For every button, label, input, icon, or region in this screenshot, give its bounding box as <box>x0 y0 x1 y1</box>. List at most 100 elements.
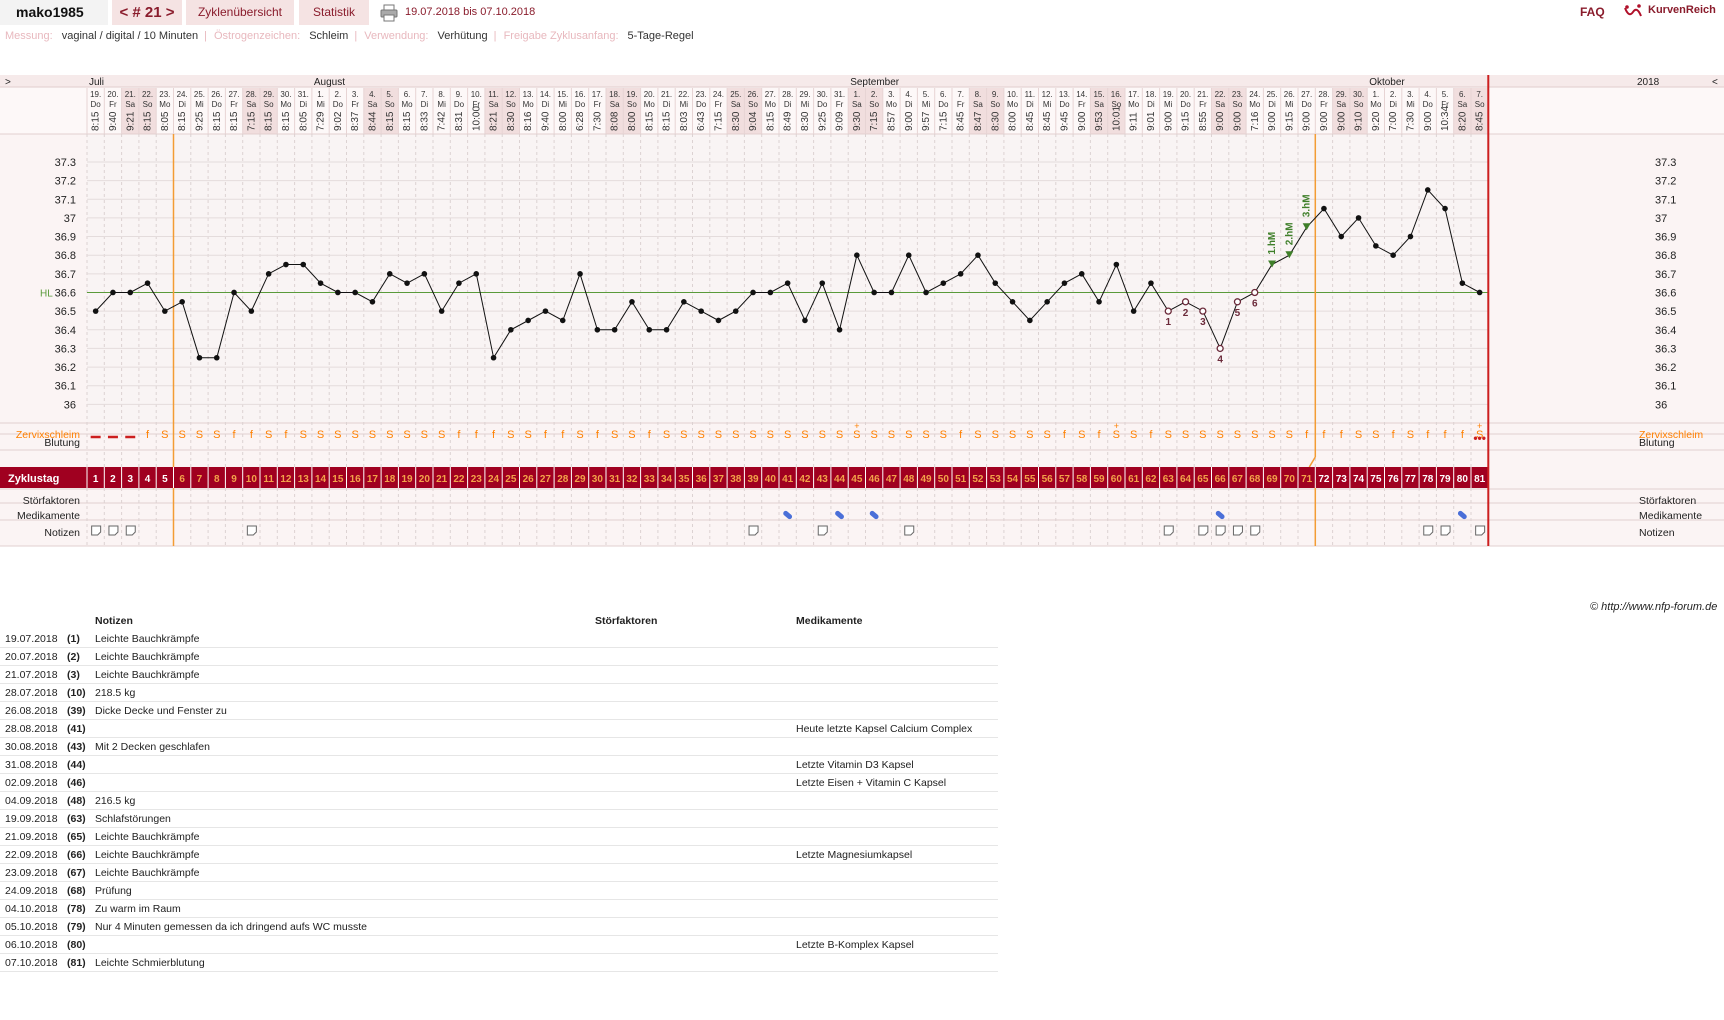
day-weekday: Sa <box>1336 100 1346 109</box>
y-tick-label: 36.4 <box>1655 325 1676 337</box>
measure-time: 9:00 <box>1077 111 1088 131</box>
cervix-symbol: S <box>1234 429 1241 441</box>
table-row: 28.07.2018 (10) 218.5 kg <box>0 683 998 702</box>
day-weekday: Do <box>212 100 223 109</box>
temperature-point <box>162 308 168 314</box>
day-weekday: Do <box>696 100 707 109</box>
cervix-symbol: S <box>663 429 670 441</box>
cervix-plus: + <box>1114 421 1119 431</box>
table-cell: Leichte Bauchkrämpfe <box>95 827 595 846</box>
day-weekday: Fr <box>230 100 238 109</box>
top-bar: mako1985 < # 21 > Zyklenübersicht Statis… <box>0 0 1724 25</box>
temperature-point <box>525 317 531 324</box>
day-date: 12. <box>505 90 516 99</box>
temperature-point <box>1338 233 1345 240</box>
faq-link[interactable]: FAQ <box>1580 0 1605 25</box>
brand-logo[interactable]: KurvenReich <box>1648 0 1716 25</box>
temperature-point <box>386 271 393 277</box>
day-date: 16. <box>1111 90 1122 99</box>
table-cell: Leichte Bauchkrämpfe <box>95 665 595 684</box>
measure-time: 8:00 <box>627 111 638 131</box>
table-cell <box>95 935 595 954</box>
cervix-symbol: S <box>403 429 410 441</box>
cervix-symbol: S <box>421 429 428 441</box>
table-row: 07.10.2018 (81) Leichte Schmierblutung <box>0 953 998 972</box>
table-row: 21.09.2018 (65) Leichte Bauchkrämpfe <box>0 827 998 846</box>
day-weekday: Mo <box>886 100 898 109</box>
measure-time: 9:09 <box>835 111 846 131</box>
cervix-symbol: S <box>317 429 324 441</box>
temperature-point <box>1009 299 1016 305</box>
day-date: 1. <box>1373 90 1380 99</box>
day-weekday: Fr <box>594 100 602 109</box>
table-cell: Letzte Magnesiumkapsel <box>796 845 998 864</box>
day-date: 9. <box>456 90 463 99</box>
day-date: 5. <box>1442 90 1449 99</box>
temperature-point <box>802 317 808 324</box>
day-weekday: Do <box>1423 100 1434 109</box>
day-date: 5. <box>386 90 393 99</box>
measure-time: 9:00 <box>1232 111 1243 131</box>
measure-time: 10:00 <box>471 106 482 131</box>
table-cell <box>796 791 998 810</box>
measure-time: 9:21 <box>125 111 136 131</box>
measure-time: 9:00 <box>1163 111 1174 131</box>
temperature-point <box>1424 187 1431 193</box>
note-icon <box>1198 525 1209 536</box>
table-cell: 26.08.2018 <box>0 701 67 720</box>
cycle-day-number: 77 <box>1405 474 1417 485</box>
table-cell: 21.09.2018 <box>0 827 67 846</box>
measure-time: 8:31 <box>454 111 465 131</box>
table-cell: 23.09.2018 <box>0 863 67 882</box>
temperature-point <box>352 289 358 296</box>
cervix-plus: + <box>854 421 859 431</box>
cycle-curve-icon[interactable] <box>1623 2 1643 22</box>
cervix-symbol: S <box>628 429 635 441</box>
day-date: 7. <box>957 90 964 99</box>
separator: | <box>493 30 497 42</box>
y-tick-label: 36.6 <box>55 287 76 299</box>
day-weekday: Mo <box>1007 100 1019 109</box>
day-weekday: Sa <box>731 100 741 109</box>
cycle-day-number: 28 <box>557 474 569 485</box>
day-weekday: So <box>1475 100 1485 109</box>
cycle-day-number: 13 <box>298 474 310 485</box>
measure-time: 8:15 <box>765 111 776 131</box>
low-temp-number: 5 <box>1235 308 1241 319</box>
day-weekday: Di <box>421 100 429 109</box>
cycle-day-number: 37 <box>713 474 725 485</box>
measure-time: 7:29 <box>316 111 327 131</box>
day-weekday: So <box>869 100 879 109</box>
tab-cycle-overview[interactable]: Zyklenübersicht <box>186 0 294 25</box>
measure-time: 8:05 <box>160 111 171 131</box>
table-cell: (2) <box>67 647 95 666</box>
measure-time: 9:00 <box>1302 111 1313 131</box>
cycle-day-number: 25 <box>505 474 517 485</box>
y-tick-label: 36 <box>64 399 76 411</box>
cycle-day-number: 72 <box>1318 474 1330 485</box>
measure-time: 9:00 <box>1336 111 1347 131</box>
cycle-navigator[interactable]: < # 21 > <box>112 0 182 25</box>
print-icon[interactable] <box>380 4 398 22</box>
copyright: © http://www.nfp-forum.de <box>1590 601 1718 613</box>
day-weekday: Mo <box>1370 100 1382 109</box>
tab-statistics[interactable]: Statistik <box>299 0 369 25</box>
note-icon <box>1475 525 1486 536</box>
day-weekday: Sa <box>1215 100 1225 109</box>
low-temp-marker <box>1233 298 1242 306</box>
high-temp-label: 3.hM <box>1302 194 1313 217</box>
temperature-point <box>438 308 445 314</box>
nav-next-icon: < <box>1712 77 1718 88</box>
cycle-day-number: 76 <box>1388 474 1400 485</box>
day-weekday: Sa <box>973 100 983 109</box>
note-icon <box>108 525 119 536</box>
table-cell: 24.09.2018 <box>0 881 67 900</box>
day-weekday: So <box>990 100 1000 109</box>
day-date: 22. <box>1215 90 1226 99</box>
table-cell <box>796 881 998 900</box>
temperature-point <box>404 280 410 286</box>
cycle-day-number: 7 <box>197 474 203 485</box>
day-date: 6. <box>940 90 947 99</box>
table-cell: Leichte Bauchkrämpfe <box>95 845 595 864</box>
measurement-value: vaginal / digital / 10 Minuten <box>61 30 199 42</box>
